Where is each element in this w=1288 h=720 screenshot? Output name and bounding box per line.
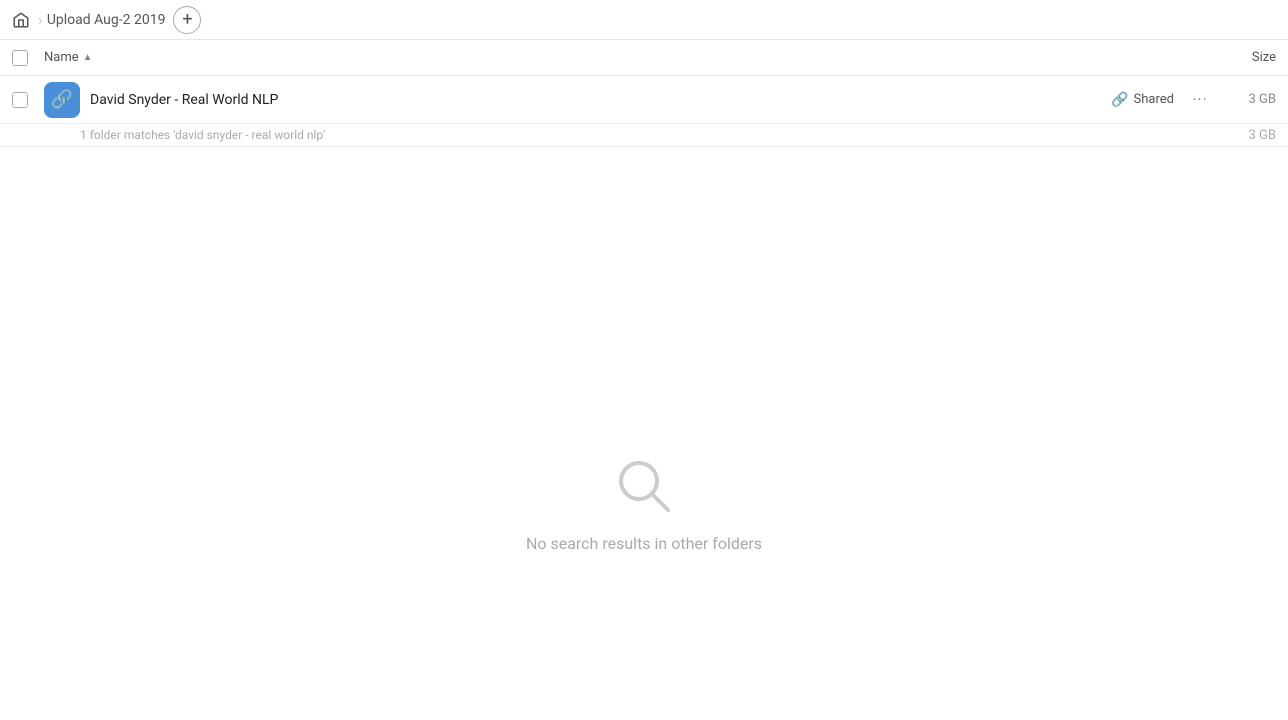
shared-badge: 🔗 Shared [1111,92,1174,108]
file-row[interactable]: 🔗 David Snyder - Real World NLP 🔗 Shared… [0,76,1288,124]
file-name: David Snyder - Real World NLP [90,92,1111,108]
more-options-button[interactable]: ··· [1186,86,1214,114]
select-all-checkbox[interactable] [12,50,28,66]
sort-icon: ▲ [83,52,93,63]
breadcrumb-separator: › [38,10,43,29]
size-column-header[interactable]: Size [1216,50,1276,65]
row-checkbox[interactable] [12,92,28,108]
empty-state: No search results in other folders [0,147,1288,720]
match-size: 3 GB [1249,128,1277,143]
no-results-text: No search results in other folders [526,534,762,553]
match-info-row: 1 folder matches 'david snyder - real wo… [0,124,1288,147]
breadcrumb-bar: › Upload Aug-2 2019 + [0,0,1288,40]
add-button[interactable]: + [173,6,201,34]
home-button[interactable] [12,11,30,29]
file-row-right: 🔗 Shared ··· 3 GB [1111,86,1276,114]
content-area: 🔗 David Snyder - Real World NLP 🔗 Shared… [0,76,1288,720]
name-column-label: Name [44,50,79,65]
name-column-header[interactable]: Name ▲ [44,50,1216,65]
link-folder-icon: 🔗 [51,89,73,110]
match-text: 1 folder matches 'david snyder - real wo… [80,128,325,142]
file-size: 3 GB [1226,92,1276,107]
file-icon: 🔗 [44,82,80,118]
shared-link-icon: 🔗 [1111,92,1128,108]
shared-label: Shared [1134,92,1174,107]
column-header-row: Name ▲ Size [0,40,1288,76]
breadcrumb-current-folder[interactable]: Upload Aug-2 2019 [47,12,166,28]
no-results-icon [612,454,676,518]
